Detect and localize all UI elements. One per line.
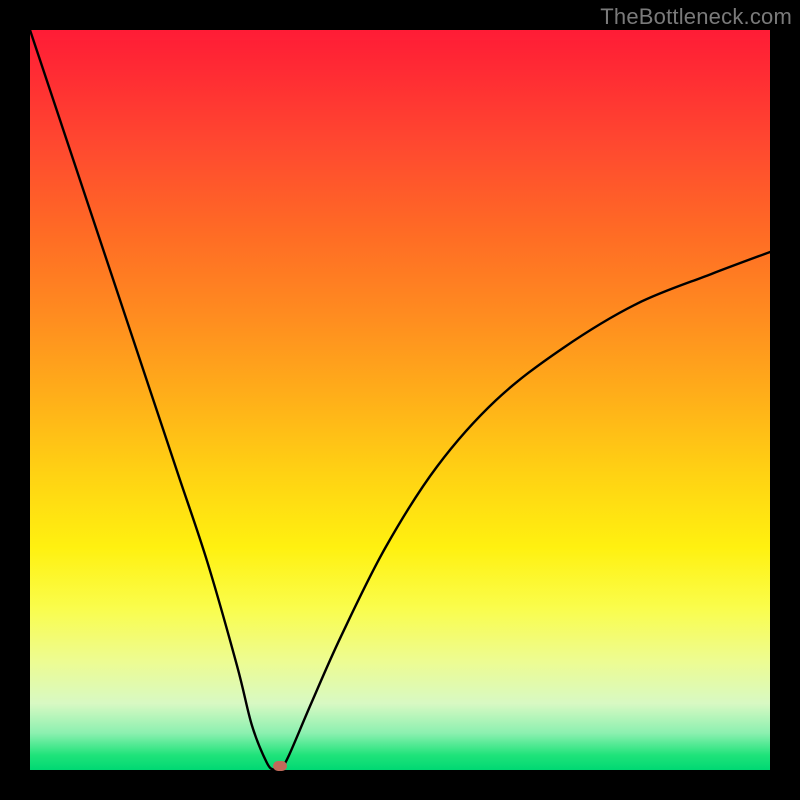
chart-frame: TheBottleneck.com <box>0 0 800 800</box>
optimal-point-marker <box>273 761 287 771</box>
plot-area <box>30 30 770 770</box>
curve-svg <box>30 30 770 770</box>
bottleneck-curve <box>30 30 770 771</box>
attribution-label: TheBottleneck.com <box>600 4 792 30</box>
